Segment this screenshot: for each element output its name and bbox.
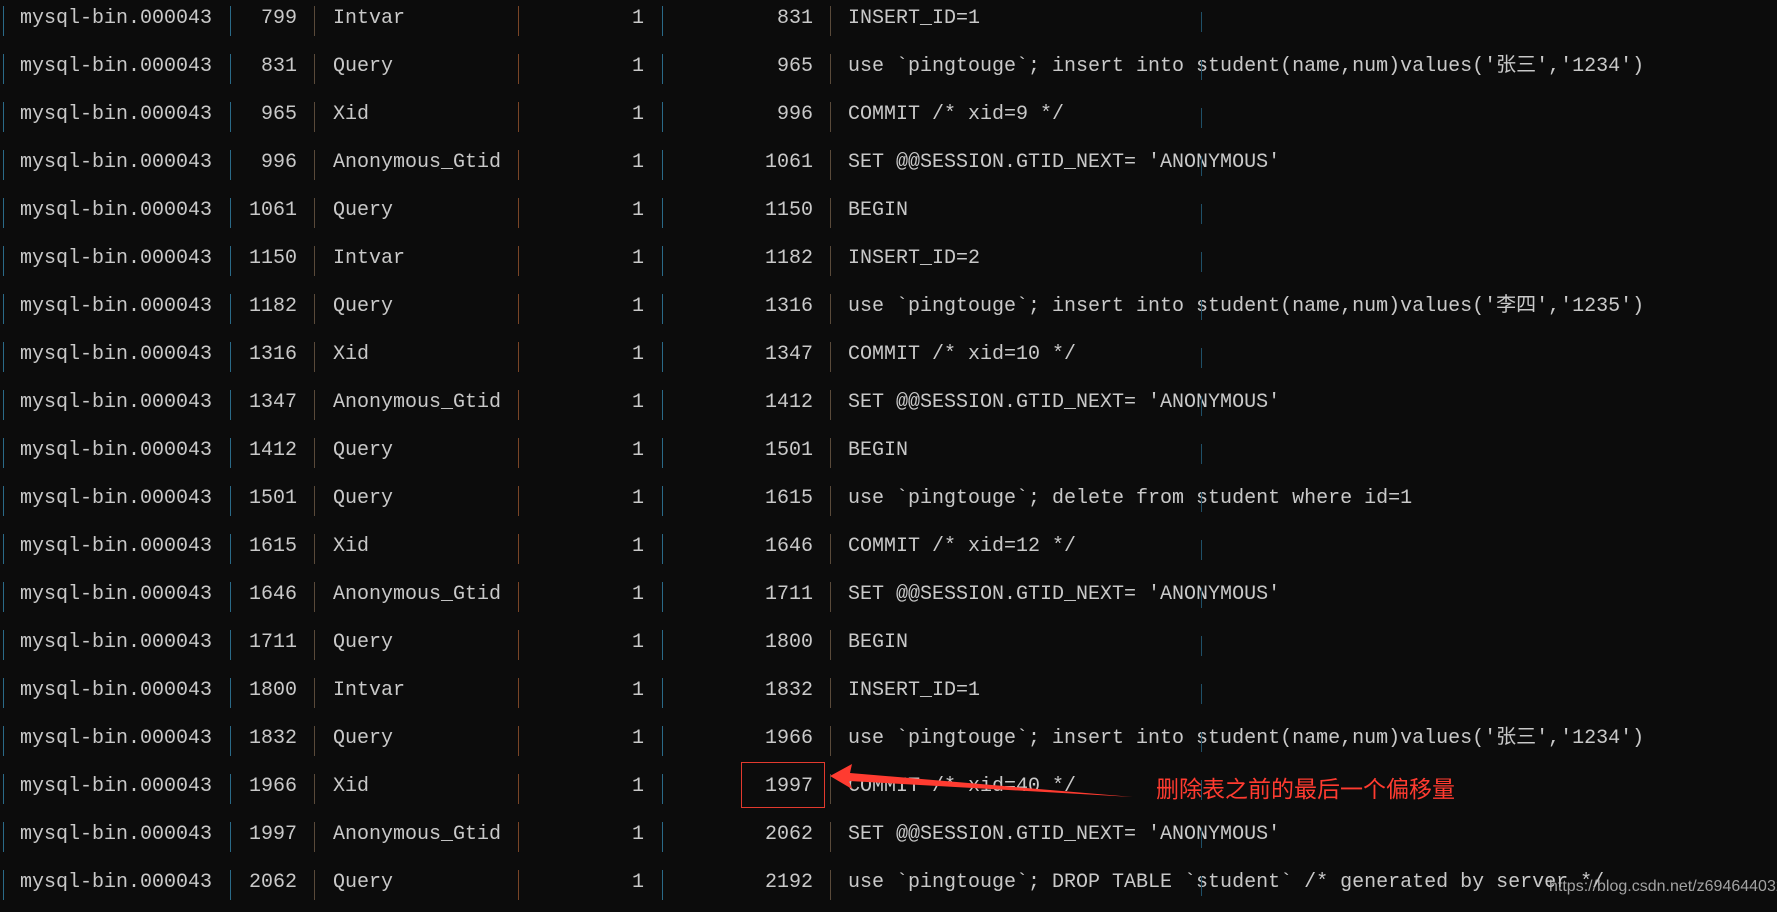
watermark: https://blog.csdn.net/z694644032	[1549, 878, 1777, 895]
annotation-text: 删除表之前的最后一个偏移量	[1156, 777, 1455, 803]
arrow-icon	[830, 764, 1133, 797]
